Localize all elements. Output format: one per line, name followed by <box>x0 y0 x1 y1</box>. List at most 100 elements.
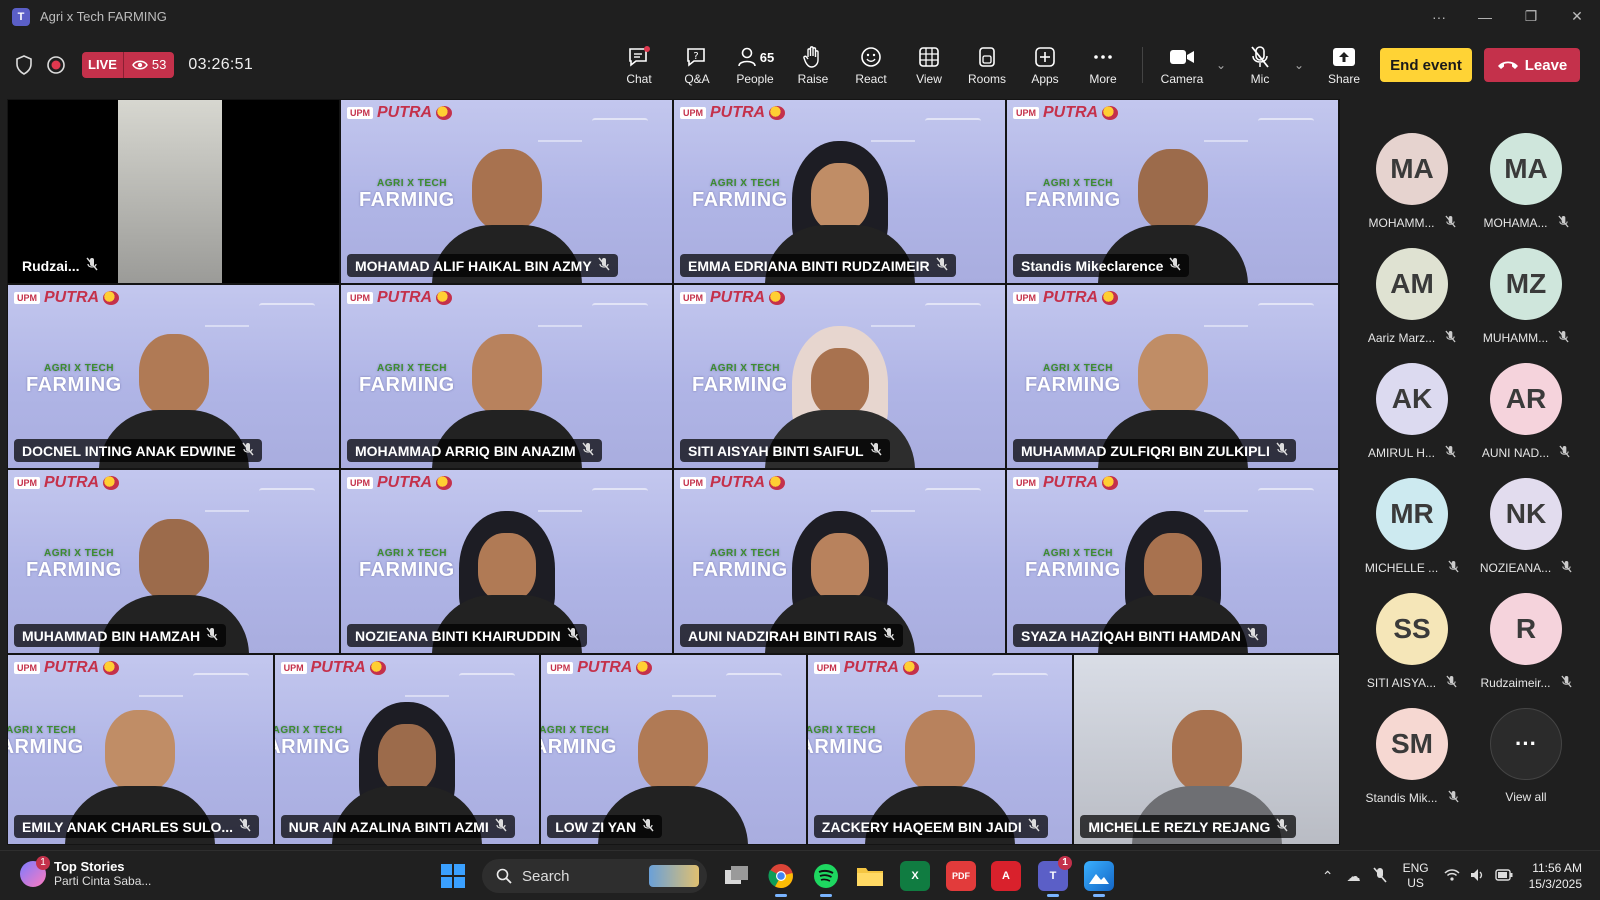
mic-off-icon <box>86 257 98 274</box>
grid-icon <box>918 44 940 70</box>
maximize-icon[interactable]: ❐ <box>1508 8 1554 25</box>
chrome-icon[interactable] <box>766 861 796 897</box>
event-background-logo: UPM PUTRA <box>547 659 653 677</box>
video-tile[interactable]: UPMPUTRAAGRI X TECHFARMINGZACKERY HAQEEM… <box>806 654 1074 845</box>
video-tile[interactable]: Rudzai... <box>7 99 340 284</box>
file-explorer-icon[interactable] <box>855 861 885 891</box>
putra-logo: PUTRA <box>44 659 100 676</box>
leave-button[interactable]: Leave <box>1484 48 1580 82</box>
mic-options-chevron-icon[interactable]: ⌄ <box>1289 58 1309 72</box>
taskbar-search[interactable]: Search <box>482 859 707 893</box>
roster-participant[interactable]: R Rudzaimeir... <box>1470 593 1582 703</box>
video-tile[interactable]: UPMPUTRAAGRI X TECHFARMINGLOW ZI YAN <box>540 654 807 845</box>
roster-participant[interactable]: MR MICHELLE ... <box>1356 478 1468 588</box>
mic-muted-tray-icon[interactable] <box>1367 866 1393 886</box>
roster-participant[interactable]: NK NOZIEANA... <box>1470 478 1582 588</box>
roster-participant[interactable]: MA MOHAMA... <box>1470 133 1582 243</box>
recording-icon[interactable] <box>46 55 66 75</box>
news-widget-icon: 1 <box>20 856 50 887</box>
video-tile[interactable]: UPM PUTRA AGRI X TECH FARMING MOHAMMAD ARRIQ… <box>340 284 673 469</box>
shield-icon[interactable] <box>14 55 34 75</box>
mic-label: Mic <box>1250 72 1270 86</box>
windows-start-icon[interactable] <box>441 864 465 888</box>
chat-button[interactable]: Chat <box>610 33 668 97</box>
system-tray: ⌃ ☁ ENG US 11:56 AM 15/3/2025 <box>1315 851 1600 900</box>
participant-name: MUHAMMAD BIN HAMZAH <box>22 627 201 644</box>
excel-icon[interactable]: X <box>900 861 930 891</box>
smile-icon <box>860 44 882 70</box>
apps-button[interactable]: Apps <box>1016 33 1074 97</box>
video-tile[interactable]: UPMPUTRAAGRI X TECHFARMINGEMILY ANAK CHA… <box>7 654 274 845</box>
acrobat-icon[interactable]: A <box>991 861 1021 891</box>
putra-logo: PUTRA <box>377 289 433 306</box>
rooms-button[interactable]: Rooms <box>958 33 1016 97</box>
video-tile[interactable]: UPM PUTRA AGRI X TECH FARMING NOZIEANA BINTI… <box>340 469 673 654</box>
onedrive-icon[interactable]: ☁ <box>1341 868 1367 885</box>
sulam-logo-icon <box>103 661 120 675</box>
view-all-button[interactable]: ··· View all <box>1470 708 1582 818</box>
view-button[interactable]: View <box>900 33 958 97</box>
roster-participant[interactable]: MA MOHAMM... <box>1356 133 1468 243</box>
react-button[interactable]: React <box>842 33 900 97</box>
video-tile[interactable]: UPM PUTRA AGRI X TECH FARMING AUNI NADZIRAH … <box>673 469 1006 654</box>
raise-hand-button[interactable]: Raise <box>784 33 842 97</box>
minimize-icon[interactable]: — <box>1462 9 1508 25</box>
event-background-logo: UPM PUTRA <box>680 104 786 122</box>
video-tile[interactable]: UPM PUTRA AGRI X TECH FARMING MUHAMMAD ZULFI… <box>1006 284 1339 469</box>
roster-participant[interactable]: AM Aariz Marz... <box>1356 248 1468 358</box>
avatar: SM <box>1376 708 1448 780</box>
video-tile[interactable]: UPM PUTRA AGRI X TECH FARMING DOCNEL INTING … <box>7 284 340 469</box>
video-tile[interactable]: UPM PUTRA AGRI X TECH FARMING SYAZA HAZIQAH … <box>1006 469 1339 654</box>
roster-participant[interactable]: AK AMIRUL H... <box>1356 363 1468 473</box>
roster-name: AMIRUL H... <box>1368 446 1435 460</box>
roster-participant[interactable]: AR AUNI NAD... <box>1470 363 1582 473</box>
teams-logo-icon: T <box>12 7 30 26</box>
video-tile[interactable]: UPM PUTRA AGRI X TECH FARMING Standis Mikecl… <box>1006 99 1339 284</box>
people-button[interactable]: 65 People <box>726 33 784 97</box>
video-tile[interactable]: UPM PUTRA AGRI X TECH FARMING SITI AISYAH BI… <box>673 284 1006 469</box>
pdf-app-icon[interactable]: PDF <box>946 861 976 891</box>
photos-icon[interactable] <box>1084 861 1114 897</box>
more-button[interactable]: More <box>1074 33 1132 97</box>
camera-options-chevron-icon[interactable]: ⌄ <box>1211 58 1231 72</box>
video-tile[interactable]: MICHELLE REZLY REJANG <box>1073 654 1340 845</box>
participant-name-tag: NOZIEANA BINTI KHAIRUDDIN <box>347 624 587 647</box>
mic-off-icon <box>1445 445 1456 461</box>
camera-button[interactable]: Camera <box>1153 33 1211 97</box>
system-clock[interactable]: 11:56 AM 15/3/2025 <box>1529 860 1582 892</box>
input-language[interactable]: ENG US <box>1403 861 1429 891</box>
volume-icon[interactable] <box>1465 868 1491 885</box>
mic-button[interactable]: Mic <box>1231 33 1289 97</box>
roster-name: MUHAMM... <box>1482 331 1549 345</box>
spotify-icon[interactable] <box>811 861 841 897</box>
news-widget[interactable]: 1 Top Stories Parti Cinta Saba... <box>20 856 152 889</box>
video-tile[interactable]: UPM PUTRA AGRI X TECH FARMING MUHAMMAD BIN H… <box>7 469 340 654</box>
close-icon[interactable]: ✕ <box>1554 8 1600 25</box>
mic-off-icon <box>1558 330 1569 346</box>
teams-icon[interactable]: T1 <box>1038 856 1072 897</box>
video-grid: Rudzai... UPM PUTRA AGRI X TECH FARMING MOHAM… <box>7 99 1340 845</box>
drone-graphic <box>925 488 981 514</box>
roster-participant[interactable]: MZ MUHAMM... <box>1470 248 1582 358</box>
participant-name-tag: Standis Mikeclarence <box>1013 254 1190 277</box>
window-more-icon[interactable]: ··· <box>1416 9 1462 25</box>
share-button[interactable]: Share <box>1315 33 1373 97</box>
task-view-icon[interactable] <box>722 861 752 891</box>
sulam-logo-icon <box>369 661 386 675</box>
roster-participant[interactable]: SS SITI AISYA... <box>1356 593 1468 703</box>
video-tile[interactable]: UPM PUTRA AGRI X TECH FARMING EMMA EDRIANA B… <box>673 99 1006 284</box>
roster-participant[interactable]: SM Standis Mik... <box>1356 708 1468 818</box>
qa-button[interactable]: ? Q&A <box>668 33 726 97</box>
end-event-button[interactable]: End event <box>1380 48 1472 82</box>
news-headline: Parti Cinta Saba... <box>54 874 152 888</box>
live-badge[interactable]: LIVE 53 <box>82 52 175 78</box>
video-tile[interactable]: UPMPUTRAAGRI X TECHFARMINGNUR AIN AZALIN… <box>273 654 541 845</box>
sulam-logo-icon <box>436 476 453 490</box>
show-hidden-icons-chevron-icon[interactable]: ⌃ <box>1315 868 1341 885</box>
battery-icon[interactable] <box>1491 868 1517 884</box>
video-tile[interactable]: UPM PUTRA AGRI X TECH FARMING MOHAMAD ALIF H… <box>340 99 673 284</box>
news-badge: 1 <box>36 856 50 870</box>
sulam-logo-icon <box>1102 291 1119 305</box>
wifi-icon[interactable] <box>1439 868 1465 884</box>
roster-name-row: MOHAMA... <box>1483 215 1569 231</box>
